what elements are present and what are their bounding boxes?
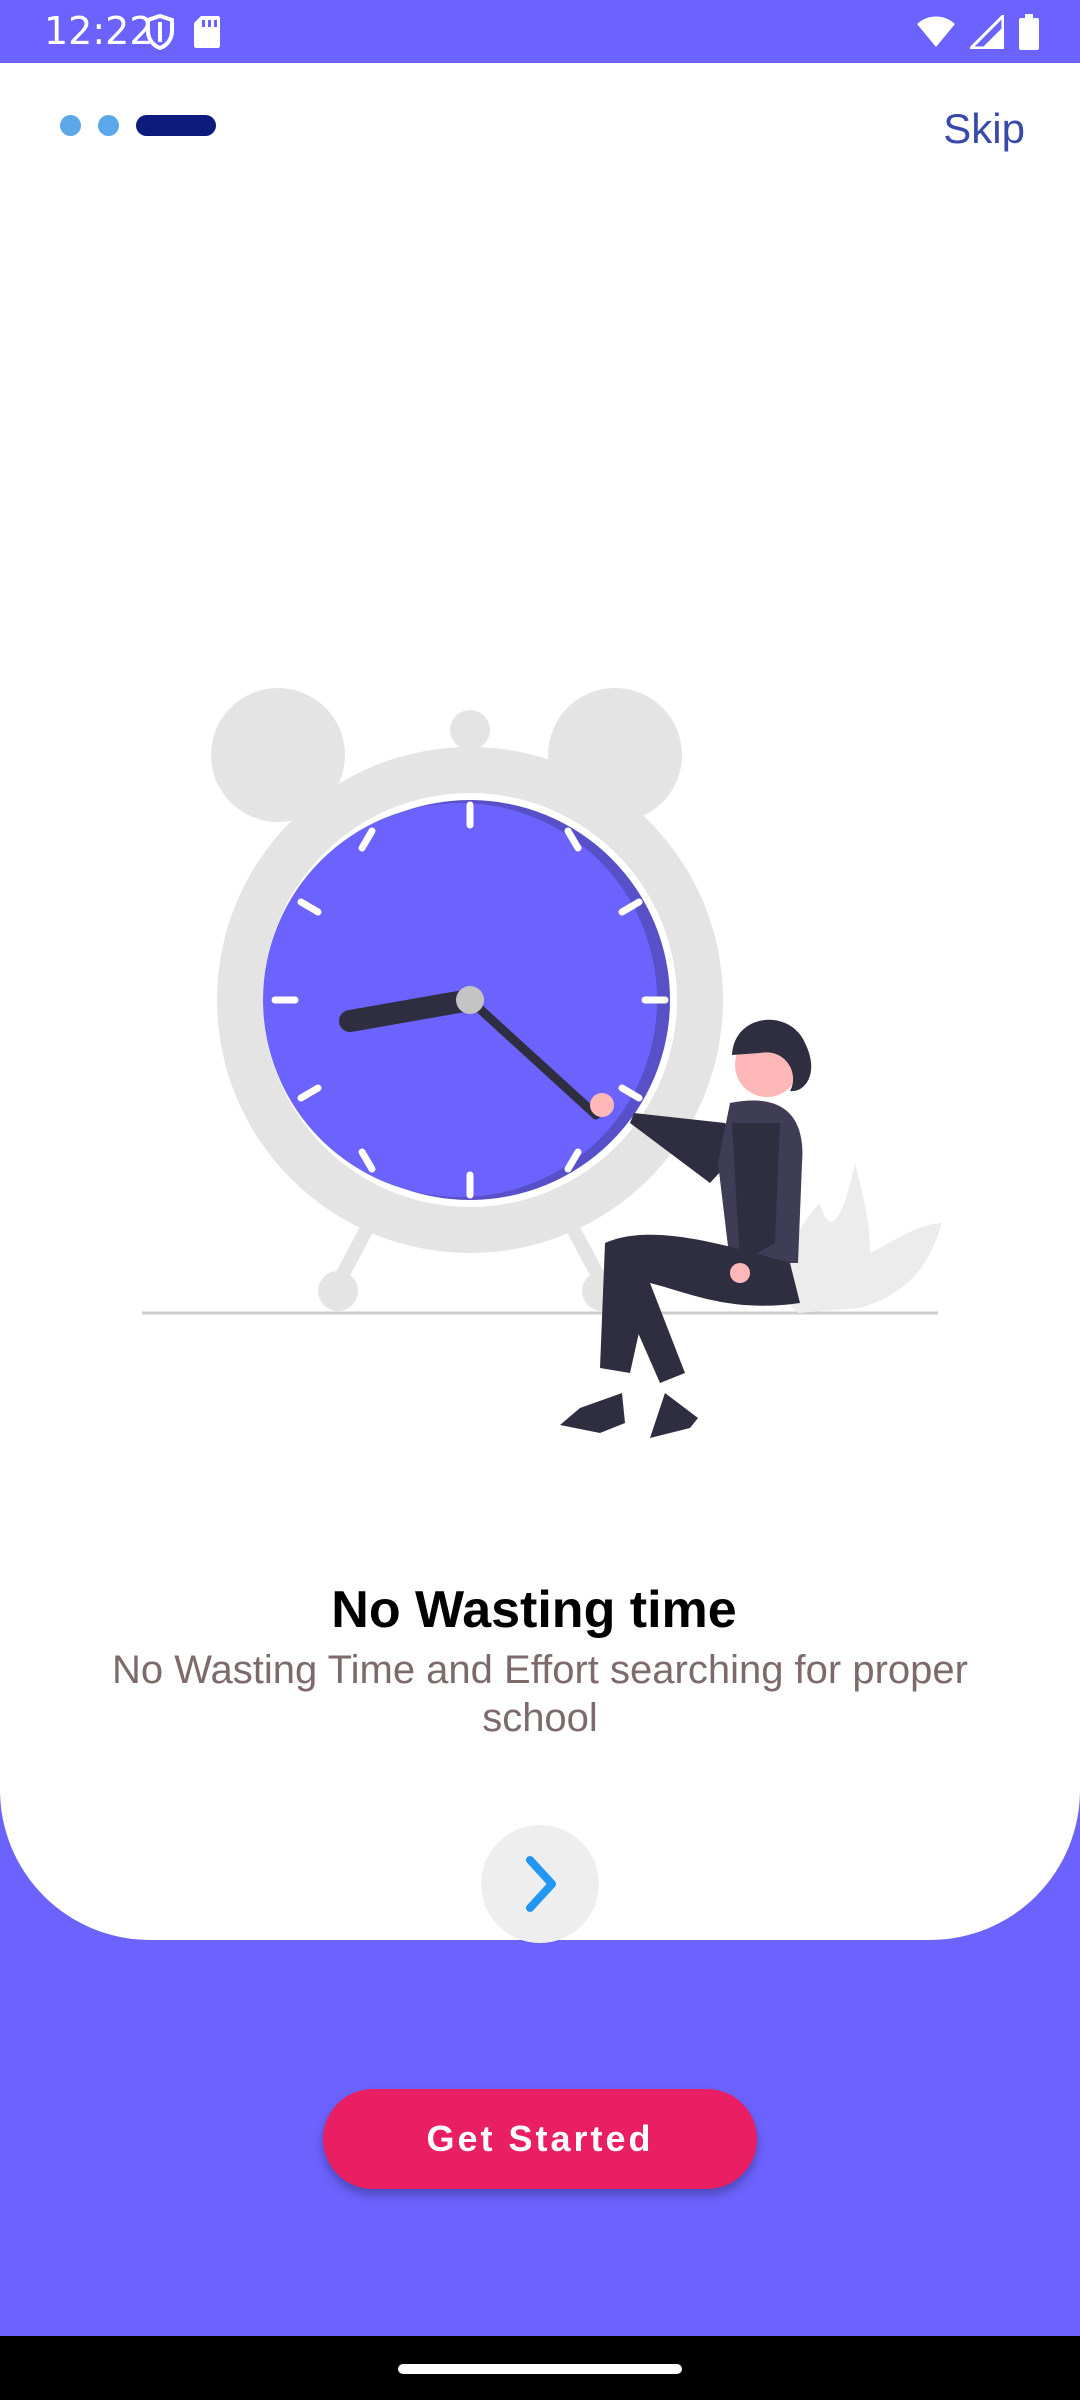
home-gesture-handle[interactable] xyxy=(398,2364,682,2374)
get-started-button[interactable]: Get Started xyxy=(323,2089,757,2189)
system-navigation-bar xyxy=(0,2336,1080,2400)
wifi-icon xyxy=(917,16,955,47)
page-indicator-dot xyxy=(60,115,81,136)
onboarding-subtitle: No Wasting Time and Effort searching for… xyxy=(112,1648,968,1740)
alarm-clock-illustration xyxy=(142,688,942,1438)
cellular-signal-icon xyxy=(970,15,1004,49)
sd-card-icon xyxy=(194,16,220,48)
battery-icon xyxy=(1019,14,1039,50)
status-bar: 12:22 xyxy=(0,0,1080,63)
status-time: 12:22 xyxy=(44,9,154,53)
skip-button[interactable]: Skip xyxy=(943,103,1025,155)
shield-icon xyxy=(146,14,174,50)
onboarding-card: Skip No Wasting time No Wasting Time and… xyxy=(0,63,1080,1943)
page-indicator xyxy=(60,115,216,136)
page-indicator-active xyxy=(136,115,216,136)
status-left-icons xyxy=(145,12,221,52)
chevron-right-icon xyxy=(526,1856,556,1912)
next-page-button[interactable] xyxy=(481,1825,599,1943)
onboarding-title: No Wasting time xyxy=(331,1581,737,1639)
status-right-icons xyxy=(916,12,1040,52)
page-indicator-dot xyxy=(98,115,119,136)
